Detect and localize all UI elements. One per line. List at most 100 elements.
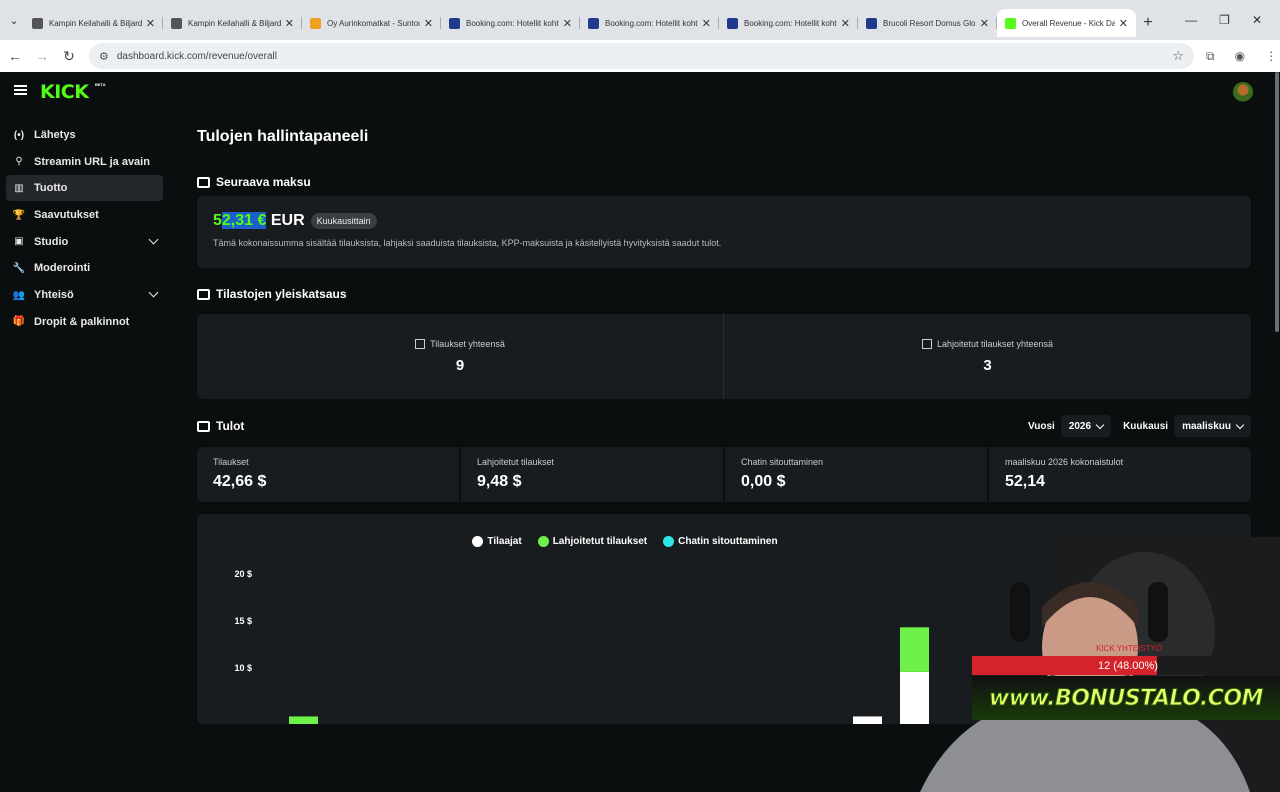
page-title: Tulojen hallintapaneeli: [197, 128, 369, 145]
stats-icon: [197, 288, 210, 300]
wallet-icon: [197, 176, 210, 188]
revenue-cell: Lahjoitetut tilaukset 9,48 $: [461, 447, 723, 502]
stat-value: 3: [983, 357, 992, 374]
revenue-cell-value: 52,14: [1005, 473, 1046, 490]
revenue-summary: Tilaukset 42,66 $ Lahjoitetut tilaukset 9,4…: [197, 447, 1251, 502]
frequency-badge: Kuukausittain: [310, 213, 377, 229]
gift-icon: 🎁: [12, 316, 26, 328]
sidebar-item-label: Lähetys: [34, 129, 76, 141]
stat-total-subs: Tilaukset yhteensä 9: [197, 314, 724, 399]
revenue-chart-icon: [197, 420, 210, 432]
tab-favicon-icon: [1005, 17, 1016, 29]
chevron-down-icon[interactable]: [148, 234, 159, 245]
tab-close-icon[interactable]: ✕: [841, 17, 850, 30]
browser-tab[interactable]: Kampin Keilahalli & Biljard ✕: [163, 9, 302, 37]
tab-search-button[interactable]: ⌄: [4, 10, 24, 30]
sidebar-item-dropit-palkinnot[interactable]: 🎁 Dropit & palkinnot: [6, 309, 163, 335]
browser-tab[interactable]: Overall Revenue - Kick Dashboard ✕: [997, 9, 1136, 37]
month-select[interactable]: maaliskuu: [1174, 415, 1251, 437]
tab-title: Brucoli Resort Domus Gloria: [883, 18, 976, 28]
reload-button[interactable]: ↻: [57, 48, 81, 65]
back-button[interactable]: ←: [3, 48, 27, 64]
kick-dashboard: KICK BETA (•) Lähetys ⚲ Streamin URL ja ava…: [0, 72, 1280, 792]
revenue-heading: Tulot: [197, 419, 244, 433]
sidebar-item-tuotto[interactable]: ▥ Tuotto: [6, 175, 163, 202]
new-tab-button[interactable]: +: [1136, 14, 1160, 32]
tab-close-icon[interactable]: ✕: [980, 17, 989, 30]
browser-tab[interactable]: Brucoli Resort Domus Gloria ✕: [858, 9, 997, 37]
tab-title: Kampin Keilahalli & Biljard: [49, 18, 142, 28]
next-payment-heading: Seuraava maksu: [197, 175, 311, 189]
revenue-cell: maaliskuu 2026 kokonaistulot 52,14: [989, 447, 1251, 502]
sidebar-item-moderointi[interactable]: 🔧 Moderointi: [6, 255, 163, 281]
payment-description: Tämä kokonaissumma sisältää tilauksista,…: [213, 238, 722, 248]
kick-logo[interactable]: KICK: [40, 81, 89, 103]
revenue-cell-label: Chatin sitouttaminen: [741, 457, 824, 467]
bookmark-star-icon[interactable]: ☆: [1172, 48, 1184, 64]
sidebar-item-saavutukset[interactable]: 🏆 Saavutukset: [6, 202, 163, 228]
y-tick-label: 15 $: [234, 616, 252, 626]
browser-tab[interactable]: Booking.com: Hotellit kohteessa ✕: [719, 9, 858, 37]
menu-dots-icon[interactable]: ⋮: [1265, 49, 1277, 64]
chart-bar[interactable]: [853, 716, 882, 724]
user-avatar[interactable]: [1233, 82, 1253, 102]
stat-label: Tilaukset yhteensä: [430, 339, 505, 349]
tab-title: Booking.com: Hotellit kohteessa: [744, 18, 837, 28]
chevron-down-icon[interactable]: [148, 287, 159, 298]
browser-tabstrip: ⌄ Kampin Keilahalli & Biljard ✕ Kampin Kei…: [0, 0, 1280, 40]
sidebar-item-streamin-url-ja-avain[interactable]: ⚲ Streamin URL ja avain: [6, 149, 163, 175]
revenue-cell-value: 0,00 $: [741, 473, 786, 490]
close-window-icon[interactable]: ✕: [1252, 13, 1262, 27]
forward-button[interactable]: →: [30, 48, 54, 64]
profile-icon[interactable]: ◉: [1235, 49, 1245, 64]
tab-close-icon[interactable]: ✕: [146, 17, 155, 30]
wrench-icon: 🔧: [12, 262, 26, 274]
browser-tab[interactable]: Oy Aurinkomatkat - Suntours ✕: [302, 9, 441, 37]
chart-bar[interactable]: [289, 716, 318, 724]
payment-amount: 52,31 € EUR: [213, 212, 305, 230]
revenue-cell-value: 42,66 $: [213, 473, 267, 490]
revenue-cell: Tilaukset 42,66 $: [197, 447, 459, 502]
tab-close-icon[interactable]: ✕: [285, 17, 294, 30]
year-select[interactable]: 2026: [1060, 415, 1112, 437]
trophy-icon: 🏆: [12, 209, 26, 221]
next-payment-card: 52,31 € EUR Kuukausittain Tämä kokonaiss…: [197, 196, 1251, 268]
stream-overlay-banner: KICK YHTEISTYÖ 12 (48.00%) www.BONUSTALO…: [972, 644, 1280, 720]
stats-title: Tilastojen yleiskatsaus: [216, 287, 347, 301]
window-controls: — ❐ ✕: [1185, 13, 1280, 27]
address-bar[interactable]: ⚙ dashboard.kick.com/revenue/overall ☆: [89, 43, 1194, 69]
hamburger-menu-icon[interactable]: [14, 85, 27, 95]
bonustalo-brand: www.BONUSTALO.COM: [972, 676, 1280, 720]
tab-close-icon[interactable]: ✕: [424, 17, 433, 30]
sidebar-item-label: Moderointi: [34, 262, 91, 275]
tab-close-icon[interactable]: ✕: [1119, 17, 1128, 30]
tab-favicon-icon: [727, 17, 738, 29]
year-value: 2026: [1068, 420, 1092, 432]
scrollbar-thumb[interactable]: [1275, 72, 1279, 332]
next-payment-title: Seuraava maksu: [216, 175, 311, 189]
browser-toolbar: ← → ↻ ⚙ dashboard.kick.com/revenue/overa…: [0, 40, 1280, 72]
browser-tab[interactable]: Booking.com: Hotellit kohteessa ✕: [580, 9, 719, 37]
amount-currency: EUR: [270, 212, 305, 229]
sidebar-item-yhteis-[interactable]: 👥 Yhteisö: [6, 282, 163, 308]
sidebar-item-label: Yhteisö: [34, 289, 74, 302]
broadcast-icon: (•): [13, 129, 25, 141]
tab-close-icon[interactable]: ✕: [702, 17, 711, 30]
restore-icon[interactable]: ❐: [1219, 13, 1230, 27]
chevron-down-icon: [1235, 420, 1245, 429]
extensions-icon[interactable]: ⧉: [1206, 49, 1215, 64]
y-tick-label: 10 $: [234, 663, 252, 673]
revenue-cell-label: Lahjoitetut tilaukset: [477, 457, 555, 467]
revenue-cell-label: Tilaukset: [213, 457, 249, 467]
bar-chart-icon: [921, 339, 932, 349]
browser-tab[interactable]: Kampin Keilahalli & Biljard ✕: [24, 9, 163, 37]
sidebar-item-studio[interactable]: ▣ Studio: [6, 229, 163, 255]
sidebar-item-l-hetys[interactable]: (•) Lähetys: [6, 122, 163, 148]
tab-title: Overall Revenue - Kick Dashboard: [1022, 18, 1115, 28]
site-info-icon[interactable]: ⚙: [99, 50, 109, 63]
minimize-icon[interactable]: —: [1185, 13, 1197, 27]
revenue-title: Tulot: [216, 419, 245, 433]
tab-close-icon[interactable]: ✕: [563, 17, 572, 30]
link-icon: ⚲: [15, 156, 23, 168]
browser-tab[interactable]: Booking.com: Hotellit kohteessa ✕: [441, 9, 580, 37]
